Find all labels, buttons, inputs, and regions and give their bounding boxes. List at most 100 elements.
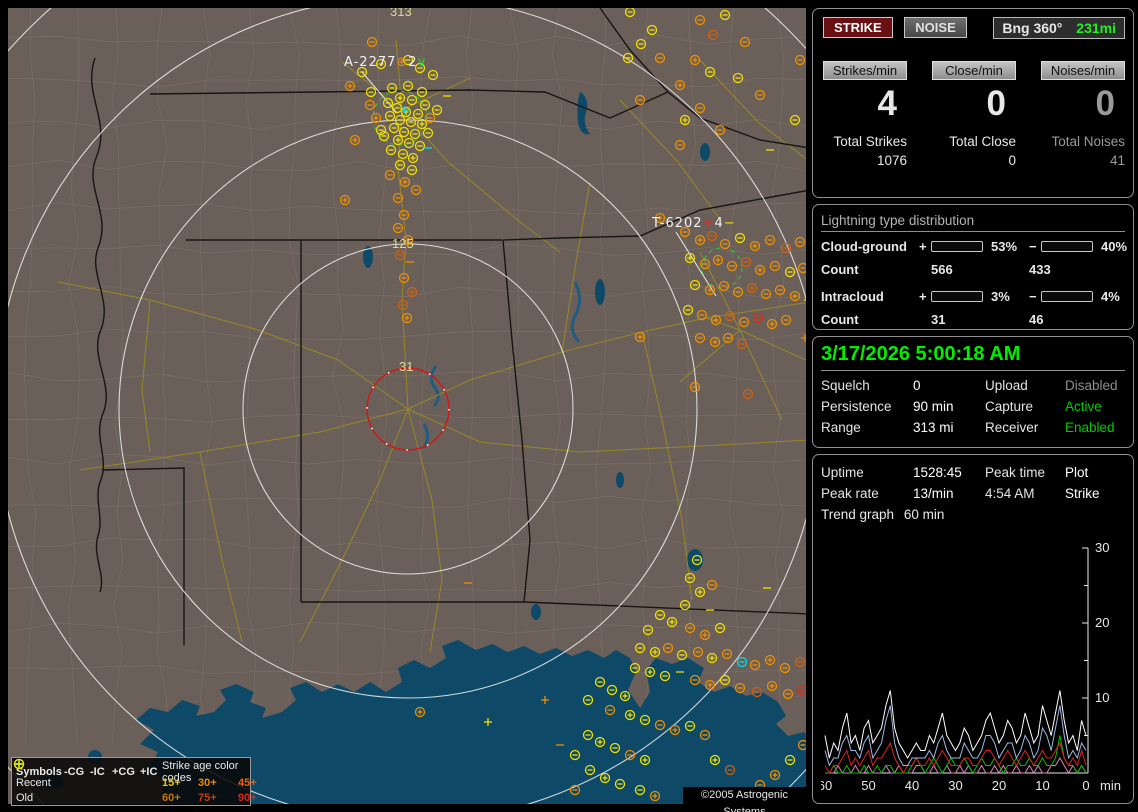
trend-y-tick: 30 (1095, 540, 1109, 555)
total-strikes-label: Total Strikes (833, 134, 907, 149)
legend-age-code: 60+ (162, 791, 181, 804)
ic-minus-count: 46 (1029, 311, 1044, 327)
legend-col-neg-cg: -CG (64, 766, 85, 778)
telemetry-panel: STRIKE NOISE Bng 360° 231mi Strikes/min … (812, 8, 1134, 804)
legend-age-code: 90+ (238, 791, 257, 804)
cg-minus-pct: 40% (1101, 238, 1128, 254)
status-v1: 90 min (913, 399, 954, 414)
status-v1: 313 mi (913, 420, 954, 435)
status-l1: Persistence (821, 399, 892, 414)
stat-v1: 13/min (913, 486, 954, 501)
cg-minus-count: 433 (1029, 261, 1051, 277)
legend-row-old: Old 60+ 75+ 90+ (13, 758, 257, 805)
stat-v2: Plot (1065, 465, 1089, 480)
range-ring-label: 31 (399, 359, 413, 374)
total-close-value: 0 (1008, 153, 1016, 168)
close-per-min-button[interactable]: Close/min (932, 61, 1016, 80)
trend-graph-label: Trend graph (821, 507, 895, 522)
trend-graph-window: 60 min (903, 507, 945, 522)
strike-map[interactable]: 313 125 31 A-2277⊕2v T-6202+4− Symbols -CG -… (8, 8, 806, 812)
status-l1: Squelch (821, 378, 870, 393)
close-per-min-value: 0 (986, 84, 1006, 123)
range-ring-label: 125 (392, 236, 414, 251)
bearing-readout: Bng 360° 231mi (993, 17, 1125, 39)
minus-sign: − (1029, 238, 1037, 254)
status-l2: Upload (985, 378, 1028, 393)
ic-plus-pct: 3% (991, 288, 1010, 304)
stat-v1: 1528:45 (913, 465, 962, 480)
storm-cell-label[interactable]: A-2277⊕2v (344, 55, 426, 70)
cg-plus-pct: 53% (991, 238, 1018, 254)
copyright-notice: ©2005 Astrogenic Systems (683, 787, 806, 812)
legend-age-code: 75+ (198, 791, 217, 804)
legend-col-neg-ic: -IC (90, 766, 105, 778)
stats-trend-box: Uptime 1528:45 Peak time Plot Peak rate 13/mi… (812, 454, 1134, 804)
trend-x-tick: 40 (905, 778, 919, 793)
trend-x-tick: 30 (948, 778, 962, 793)
trend-x-tick: 20 (992, 778, 1006, 793)
status-v2: Disabled (1065, 378, 1118, 393)
status-box: 3/17/2026 5:00:18 AM Squelch 0 Upload Disab… (812, 336, 1134, 448)
trend-y-tick: 10 (1095, 690, 1109, 705)
stat-l2: 4:54 AM (985, 486, 1035, 501)
minus-sign: − (1029, 288, 1037, 304)
intracloud-label: Intracloud (821, 288, 884, 304)
stat-l2: Peak time (985, 465, 1046, 480)
stat-l1: Uptime (821, 465, 864, 480)
status-v2: Enabled (1065, 420, 1115, 435)
noise-mode-button[interactable]: NOISE (904, 17, 967, 38)
counters-box: STRIKE NOISE Bng 360° 231mi Strikes/min … (812, 8, 1134, 198)
ic-count-label: Count (821, 311, 859, 327)
legend-age-row-label: Recent (16, 776, 51, 789)
ic-minus-pct: 4% (1101, 288, 1120, 304)
stat-l1: Peak rate (821, 486, 879, 501)
bearing-label: Bng 360° (1002, 20, 1063, 36)
total-noises-value: 41 (1109, 153, 1125, 168)
status-v2: Active (1065, 399, 1102, 414)
ic-plus-bar (931, 290, 983, 302)
trend-x-tick: 50 (861, 778, 875, 793)
storm-cell-label[interactable]: T-6202+4− (651, 216, 736, 231)
trend-x-unit: min (1100, 778, 1121, 793)
datetime-display: 3/17/2026 5:00:18 AM (821, 343, 1125, 371)
legend-age-row-label: Old (16, 791, 34, 804)
plus-sign: + (919, 288, 927, 304)
lightning-app-window: 313 125 31 A-2277⊕2v T-6202+4− Symbols -CG -… (0, 0, 1138, 812)
strike-mode-button[interactable]: STRIKE (823, 17, 893, 38)
trend-x-tick: 60 (821, 778, 832, 793)
strikes-per-min-button[interactable]: Strikes/min (823, 61, 907, 80)
plus-sign: + (919, 238, 927, 254)
legend-col-pos-cg: +CG (112, 766, 135, 778)
cg-plus-count: 566 (931, 261, 953, 277)
legend-age-code: 30+ (198, 776, 217, 789)
bearing-distance: 231mi (1076, 20, 1116, 36)
status-l2: Capture (985, 399, 1034, 414)
trend-x-tick: 0 (1082, 778, 1089, 793)
cg-count-label: Count (821, 261, 859, 277)
legend-col-pos-ic: +IC (140, 766, 158, 778)
map-canvas: 313 125 31 A-2277⊕2v T-6202+4− (8, 8, 806, 804)
total-close-label: Total Close (949, 134, 1016, 149)
legend-age-code: 15+ (162, 776, 181, 789)
status-l1: Range (821, 420, 861, 435)
cloud-ground-label: Cloud-ground (821, 238, 907, 254)
trend-x-tick: 10 (1035, 778, 1049, 793)
cg-minus-bar (1041, 240, 1093, 252)
ic-plus-count: 31 (931, 311, 946, 327)
legend-age-code: 45+ (238, 776, 257, 789)
range-ring-label: 313 (390, 8, 412, 19)
distribution-title: Lightning type distribution (821, 213, 1125, 232)
noises-per-min-value: 0 (1095, 84, 1115, 123)
total-strikes-value: 1076 (876, 153, 907, 168)
trend-graph: 10 20 30 60 50 40 30 20 10 0 min (821, 535, 1127, 797)
distribution-box: Lightning type distribution Cloud-ground… (812, 204, 1134, 330)
trend-y-tick: 20 (1095, 615, 1109, 630)
strikes-per-min-value: 4 (877, 84, 897, 123)
ic-minus-bar (1041, 290, 1093, 302)
cg-plus-bar (931, 240, 983, 252)
stat-v2: Strike (1065, 486, 1100, 501)
status-l2: Receiver (985, 420, 1039, 435)
strike-symbol-legend: Symbols -CG -IC +CG +IC Strike age color… (11, 757, 257, 806)
noises-per-min-button[interactable]: Noises/min (1041, 61, 1125, 80)
status-v1: 0 (913, 378, 921, 393)
